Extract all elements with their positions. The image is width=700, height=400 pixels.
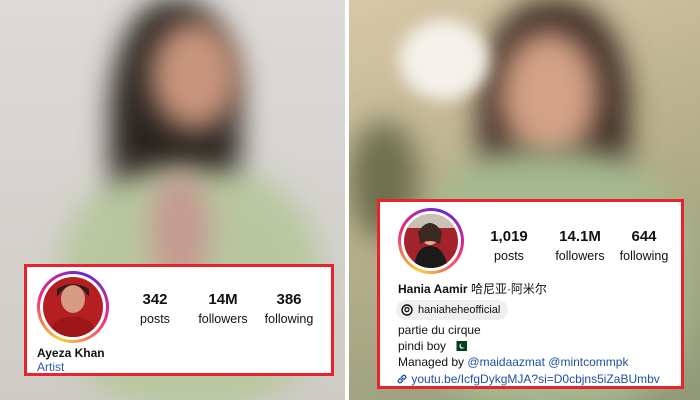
bio-line-1: partie du cirque xyxy=(398,323,481,337)
followers-stat[interactable]: 14.1M followers xyxy=(550,228,610,263)
bio-line-2: pindi boy xyxy=(398,339,468,353)
profile-name: Ayeza Khan xyxy=(37,346,105,360)
profile-category: Artist xyxy=(37,360,65,374)
managed-by-line: Managed by @maidaazmat @mintcommpk xyxy=(398,355,628,369)
profile-name-latin: Hania Aamir xyxy=(398,282,468,296)
followers-stat[interactable]: 14M followers xyxy=(193,291,253,326)
managed-handle-link-2[interactable]: @mintcommpk xyxy=(548,355,628,369)
following-label: following xyxy=(619,249,669,263)
managed-by-prefix: Managed by xyxy=(398,355,465,369)
posts-count: 1,019 xyxy=(490,228,528,245)
posts-label: posts xyxy=(140,312,170,326)
posts-label: posts xyxy=(494,249,524,263)
pakistan-flag-icon xyxy=(453,341,468,351)
followers-count: 14.1M xyxy=(559,228,601,245)
right-profile-card: 1,019 posts 14.1M followers 644 followin… xyxy=(377,199,684,389)
threads-handle: haniaheheofficial xyxy=(418,304,501,316)
threads-icon xyxy=(401,304,413,316)
posts-count: 342 xyxy=(142,291,168,308)
following-stat[interactable]: 644 following xyxy=(614,228,674,263)
avatar[interactable] xyxy=(37,271,109,343)
avatar[interactable] xyxy=(398,208,464,274)
followers-count: 14M xyxy=(208,291,238,308)
following-label: following xyxy=(264,312,314,326)
posts-stat[interactable]: 342 posts xyxy=(135,291,175,326)
external-link[interactable]: youtu.be/IcfgDykgMJA?si=D0cbjns5iZaBUmbv xyxy=(411,372,659,386)
bio-line-2-text: pindi boy xyxy=(398,339,447,353)
managed-handle-link-1[interactable]: @maidaazmat xyxy=(467,355,545,369)
external-link-line[interactable]: youtu.be/IcfgDykgMJA?si=D0cbjns5iZaBUmbv xyxy=(396,372,660,386)
posts-stat[interactable]: 1,019 posts xyxy=(484,228,534,263)
following-stat[interactable]: 386 following xyxy=(259,291,319,326)
threads-badge[interactable]: haniaheheofficial xyxy=(396,300,509,320)
following-count: 386 xyxy=(276,291,302,308)
profile-name: Hania Aamir 哈尼亚·阿米尔 xyxy=(398,280,547,297)
followers-label: followers xyxy=(555,249,605,263)
following-count: 644 xyxy=(631,228,657,245)
left-profile-card: 342 posts 14M followers 386 following Ay… xyxy=(24,264,334,376)
link-icon xyxy=(397,374,407,384)
followers-label: followers xyxy=(198,312,248,326)
profile-name-chinese: 哈尼亚·阿米尔 xyxy=(470,282,547,296)
